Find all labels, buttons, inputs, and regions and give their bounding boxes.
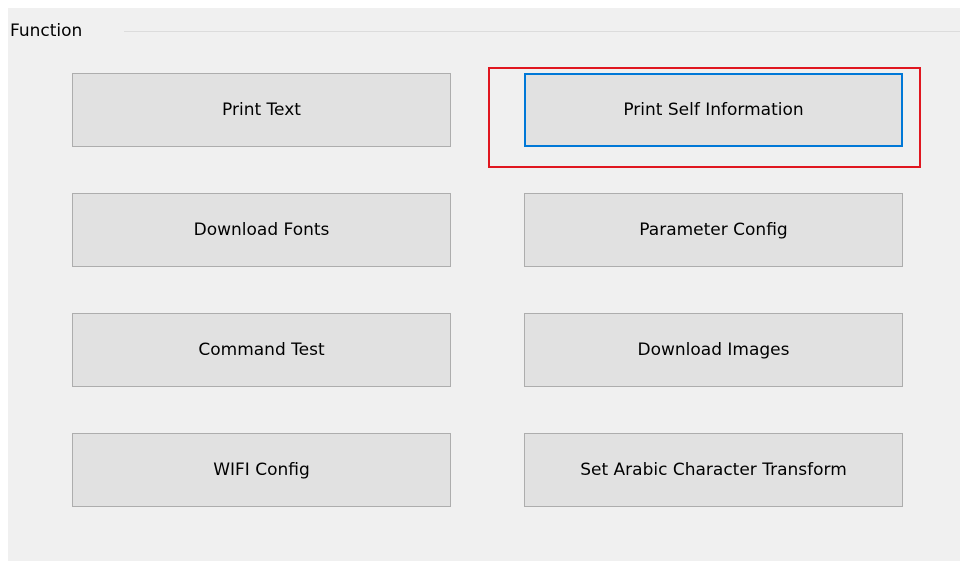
print-text-button[interactable]: Print Text bbox=[72, 73, 451, 147]
command-test-button[interactable]: Command Test bbox=[72, 313, 451, 387]
print-self-information-button[interactable]: Print Self Information bbox=[524, 73, 903, 147]
group-title: Function bbox=[10, 20, 87, 42]
set-arabic-character-transform-button[interactable]: Set Arabic Character Transform bbox=[524, 433, 903, 507]
groupbox-border bbox=[124, 31, 960, 32]
parameter-config-button[interactable]: Parameter Config bbox=[524, 193, 903, 267]
wifi-config-button[interactable]: WIFI Config bbox=[72, 433, 451, 507]
download-fonts-button[interactable]: Download Fonts bbox=[72, 193, 451, 267]
download-images-button[interactable]: Download Images bbox=[524, 313, 903, 387]
